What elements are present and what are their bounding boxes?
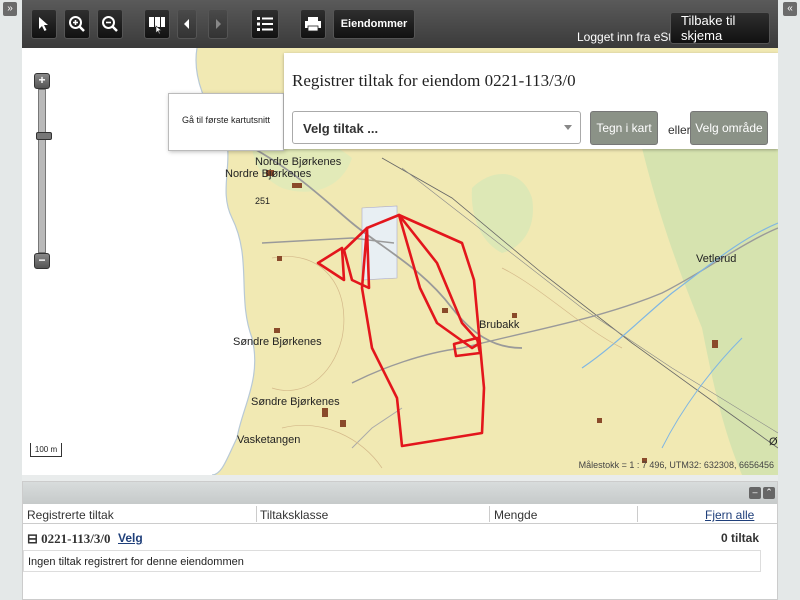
left-collapse-strip	[0, 0, 22, 600]
select-tool-button[interactable]	[31, 9, 57, 39]
coordinates-readout: Målestokk = 1 : 7 496, UTM32: 632308, 66…	[578, 460, 774, 470]
back-to-form-button[interactable]: Tilbake til skjema	[670, 12, 770, 44]
print-button[interactable]	[300, 9, 326, 39]
zoom-in-icon	[69, 16, 85, 32]
place-label: Nordre Bjørkenes	[225, 168, 312, 180]
place-label: Ø	[769, 436, 778, 448]
right-collapse-strip	[778, 0, 800, 600]
print-icon	[305, 17, 321, 32]
table-panel-header: – ⌃	[23, 482, 777, 504]
select-property-link[interactable]: Velg	[118, 531, 143, 545]
place-label: Vetlerud	[696, 253, 737, 265]
register-measure-panel: Registrer tiltak for eiendom 0221-113/3/…	[284, 53, 778, 149]
zoom-in-button[interactable]	[64, 9, 90, 39]
road	[351, 347, 463, 384]
place-label: Søndre Bjørkenes	[233, 336, 322, 348]
zoom-slider-track[interactable]	[36, 89, 52, 253]
zoom-out-button[interactable]	[97, 9, 123, 39]
forest-area	[471, 174, 533, 253]
map-pages-icon	[149, 17, 165, 34]
collapse-icon[interactable]: ⌃	[763, 487, 775, 499]
column-header[interactable]: Mengde	[494, 508, 537, 522]
map-view[interactable]: Nordre Bjørkenes Nordre Bjørkenes Søndre…	[22, 48, 778, 475]
zoom-out-icon	[102, 16, 118, 32]
contour-line	[281, 425, 383, 469]
cursor-arrow-icon	[39, 17, 48, 31]
collapse-toggle-icon[interactable]: ⊟	[27, 531, 38, 546]
previous-extent-button[interactable]	[177, 9, 197, 39]
zoom-slider-handle[interactable]	[36, 132, 52, 140]
minimize-icon[interactable]: –	[749, 487, 761, 499]
expand-left-button[interactable]: »	[3, 2, 17, 16]
zoom-control: + −	[34, 73, 52, 269]
contour-line	[501, 267, 623, 349]
zoom-minus-button[interactable]: −	[34, 253, 50, 269]
place-label: Nordre Bjørkenes	[255, 156, 342, 168]
remove-all-link[interactable]: Fjern alle	[705, 508, 754, 522]
draw-in-map-button[interactable]: Tegn i kart	[590, 111, 658, 145]
measure-select-value: Velg tiltak ...	[303, 121, 379, 136]
measure-count: 0 tiltak	[720, 531, 759, 545]
toolbar: Eiendommer Logget inn fra eStil Tilbake …	[22, 0, 778, 48]
property-group-row: ⊟ 0221-113/3/0 Velg 0 tiltak	[23, 524, 777, 550]
prev-arrow-icon	[184, 19, 189, 29]
logged-in-text: Logget inn fra eStil	[577, 30, 678, 44]
column-header[interactable]: Registrerte tiltak	[27, 508, 114, 522]
expand-right-button[interactable]: «	[783, 2, 797, 16]
path	[351, 407, 403, 449]
empty-message-row: Ingen tiltak registrert for denne eiendo…	[23, 550, 761, 572]
place-label: Søndre Bjørkenes	[251, 396, 340, 408]
contour-line	[271, 256, 345, 391]
first-extent-button[interactable]	[144, 9, 170, 39]
eiendommer-button[interactable]: Eiendommer	[333, 9, 415, 39]
next-extent-button[interactable]	[208, 9, 228, 39]
place-label: Vasketangen	[237, 434, 301, 446]
list-icon	[257, 17, 273, 31]
column-header[interactable]: Tiltaksklasse	[260, 508, 328, 522]
panel-title: Registrer tiltak for eiendom 0221-113/3/…	[292, 71, 576, 90]
chevron-down-icon	[564, 125, 572, 130]
zoom-plus-button[interactable]: +	[34, 73, 50, 89]
measures-table-panel: – ⌃ Registrerte tiltak Tiltaksklasse Men…	[22, 481, 778, 600]
or-text: eller	[668, 123, 691, 137]
scale-bar: 100 m	[30, 443, 62, 457]
place-label: Brubakk	[479, 319, 520, 331]
table-header: Registrerte tiltak Tiltaksklasse Mengde …	[23, 504, 777, 524]
elevation-label: 251	[255, 196, 271, 206]
first-extent-tooltip: Gå til første kartutsnitt	[168, 93, 284, 151]
measure-select[interactable]: Velg tiltak ...	[292, 111, 581, 144]
select-area-button[interactable]: Velg område	[690, 111, 768, 145]
next-arrow-icon	[216, 19, 221, 29]
list-button[interactable]	[251, 9, 279, 39]
forest-area	[642, 138, 778, 475]
property-id: 0221-113/3/0	[41, 531, 111, 546]
